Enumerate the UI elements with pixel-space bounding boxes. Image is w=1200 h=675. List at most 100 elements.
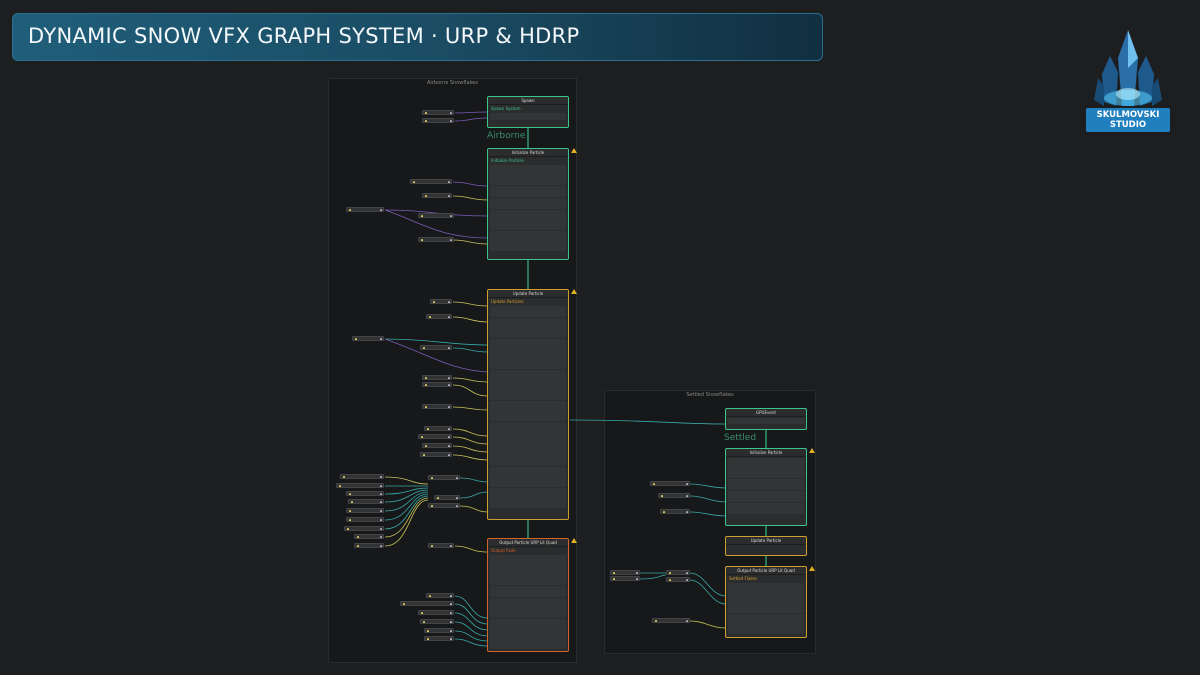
property-node[interactable] xyxy=(420,619,454,624)
spawn-block[interactable] xyxy=(490,113,566,120)
trigger-event-block[interactable] xyxy=(490,488,566,508)
wire xyxy=(639,574,667,580)
property-node[interactable] xyxy=(418,434,452,439)
settled-size-block[interactable] xyxy=(728,491,804,502)
wire xyxy=(454,621,489,637)
property-node[interactable] xyxy=(610,570,640,575)
initialize-airborne-subtitle: Initialize Particle xyxy=(491,158,524,163)
property-node[interactable] xyxy=(428,503,460,508)
property-node[interactable] xyxy=(650,481,690,486)
wire xyxy=(454,638,489,647)
property-node[interactable] xyxy=(418,213,454,218)
property-node[interactable] xyxy=(422,404,452,409)
property-node[interactable] xyxy=(418,610,454,615)
property-node[interactable] xyxy=(336,483,384,488)
property-node[interactable] xyxy=(434,495,460,500)
orient-block[interactable] xyxy=(490,586,566,597)
property-node[interactable] xyxy=(420,452,452,457)
wire xyxy=(384,476,429,485)
wire xyxy=(452,347,489,353)
initialize-settled-header: Initialize Particle xyxy=(726,449,806,457)
wire xyxy=(452,406,489,411)
settled-output-settings-block[interactable] xyxy=(728,583,804,613)
property-node[interactable] xyxy=(422,110,454,115)
property-node[interactable] xyxy=(666,570,690,575)
warning-icon[interactable] xyxy=(571,148,577,153)
property-node[interactable] xyxy=(400,601,454,606)
wind-block[interactable] xyxy=(490,467,566,487)
property-node[interactable] xyxy=(422,443,452,448)
property-node[interactable] xyxy=(658,493,690,498)
warning-icon[interactable] xyxy=(571,538,577,543)
warning-icon[interactable] xyxy=(809,566,815,571)
property-node[interactable] xyxy=(424,636,454,641)
property-node[interactable] xyxy=(424,426,452,431)
property-node[interactable] xyxy=(344,526,384,531)
size-over-life-block[interactable] xyxy=(490,619,566,649)
wire xyxy=(454,117,489,122)
wire xyxy=(689,620,727,629)
update-settled-context[interactable]: Update Particle xyxy=(725,536,807,556)
set-color-block[interactable] xyxy=(490,598,566,618)
wire xyxy=(452,316,489,323)
property-node[interactable] xyxy=(340,474,384,479)
collision-block[interactable] xyxy=(490,401,566,421)
property-node[interactable] xyxy=(346,517,384,522)
warning-icon[interactable] xyxy=(809,448,815,453)
settled-init-settings-block[interactable] xyxy=(728,458,804,478)
property-node[interactable] xyxy=(610,576,640,581)
output-settings-block[interactable] xyxy=(490,555,566,585)
output-airborne-subtitle: Output Fade xyxy=(491,548,516,553)
init-settings-block[interactable] xyxy=(490,165,566,185)
linear-drag-block[interactable] xyxy=(490,318,566,338)
property-node[interactable] xyxy=(354,534,384,539)
property-node[interactable] xyxy=(354,543,384,548)
spawn-context[interactable]: Spawn Spawn System xyxy=(487,96,569,128)
property-node[interactable] xyxy=(422,382,452,387)
property-node[interactable] xyxy=(346,508,384,513)
output-settled-context[interactable]: Output Particle URP Lit Quad Settled Fla… xyxy=(725,566,807,638)
set-position-block[interactable] xyxy=(490,186,566,197)
property-node[interactable] xyxy=(430,299,452,304)
property-node[interactable] xyxy=(420,345,452,350)
property-node[interactable] xyxy=(426,593,454,598)
property-node[interactable] xyxy=(666,577,690,582)
settled-orient-block[interactable] xyxy=(728,614,804,634)
wire xyxy=(689,511,727,517)
property-node[interactable] xyxy=(426,314,452,319)
set-lifetime-block[interactable] xyxy=(490,198,566,209)
set-size-block[interactable] xyxy=(490,231,566,251)
update-settled-header: Update Particle xyxy=(726,537,806,545)
initialize-settled-context[interactable]: Initialize Particle xyxy=(725,448,807,526)
property-node[interactable] xyxy=(352,336,384,341)
turbulence-block[interactable] xyxy=(490,422,566,466)
settled-position-block[interactable] xyxy=(728,479,804,490)
gravity-block[interactable] xyxy=(490,306,566,317)
property-node[interactable] xyxy=(422,118,454,123)
property-node[interactable] xyxy=(348,499,384,504)
noise-block-2[interactable] xyxy=(490,370,566,400)
property-node[interactable] xyxy=(418,237,454,242)
set-velocity-block[interactable] xyxy=(490,210,566,230)
property-node[interactable] xyxy=(428,543,454,548)
property-node[interactable] xyxy=(346,207,384,212)
gpu-event-block[interactable] xyxy=(728,418,804,424)
initialize-airborne-context[interactable]: Initialize Particle Initialize Particle xyxy=(487,148,569,260)
spawn-subtitle: Spawn System xyxy=(491,106,521,111)
property-node[interactable] xyxy=(660,509,690,514)
property-node[interactable] xyxy=(424,628,454,633)
noise-block-1[interactable] xyxy=(490,339,566,369)
settled-lifetime-block[interactable] xyxy=(728,503,804,514)
gpu-event-context[interactable]: GPUEvent xyxy=(725,408,807,430)
property-node[interactable] xyxy=(652,618,690,623)
property-node[interactable] xyxy=(410,179,452,184)
wire xyxy=(452,377,489,383)
property-node[interactable] xyxy=(428,475,460,480)
warning-icon[interactable] xyxy=(571,289,577,294)
wire xyxy=(689,483,727,489)
property-node[interactable] xyxy=(422,375,452,380)
property-node[interactable] xyxy=(422,193,452,198)
output-airborne-context[interactable]: Output Particle URP Lit Quad Output Fade xyxy=(487,538,569,652)
property-node[interactable] xyxy=(346,491,384,496)
update-airborne-context[interactable]: Update Particle Update Particles xyxy=(487,289,569,520)
